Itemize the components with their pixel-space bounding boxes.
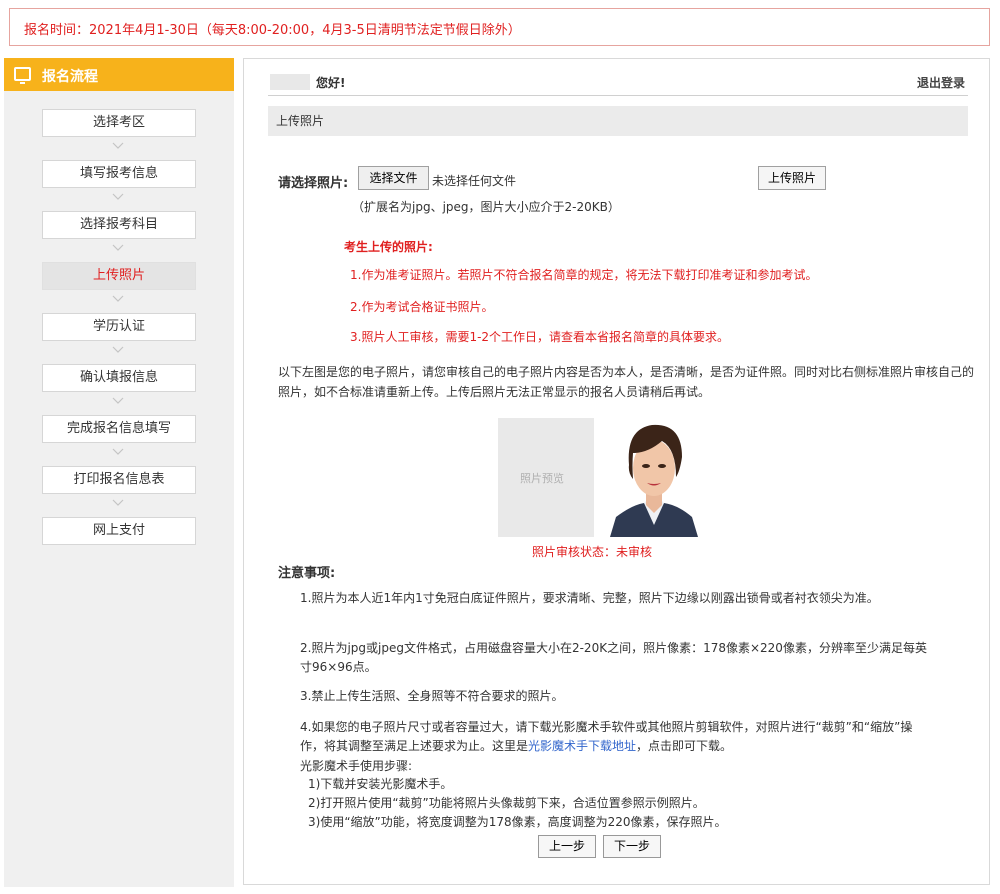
chevron-down-icon: [112, 346, 124, 358]
step-8[interactable]: 打印报名信息表: [42, 466, 196, 494]
sidebar-header: 报名流程: [4, 58, 234, 91]
step-1[interactable]: 选择考区: [42, 109, 196, 137]
usage-step-3: 3)使用“缩放”功能，将宽度调整为178像素，高度调整为220像素，保存照片。: [308, 815, 727, 829]
chevron-down-icon: [112, 193, 124, 205]
notice-text: 报名时间：2021年4月1-30日（每天8:00-20:00，4月3-5日清明节…: [24, 23, 521, 38]
next-step-button[interactable]: 下一步: [603, 835, 661, 858]
chevron-down-icon: [112, 397, 124, 409]
username-redacted: [270, 74, 310, 90]
step-6[interactable]: 确认填报信息: [42, 364, 196, 392]
usage-title: 光影魔术手使用步骤:: [300, 759, 413, 773]
notes-title: 注意事项:: [278, 566, 336, 581]
sidebar-title: 报名流程: [42, 69, 98, 85]
logout-link[interactable]: 退出登录: [917, 74, 965, 91]
review-instruction: 以下左图是您的电子照片，请您审核自己的电子照片内容是否为本人，是否清晰，是否为证…: [278, 365, 975, 399]
note-1: 1.照片为本人近1年内1寸免冠白底证件照片，要求清晰、完整，照片下边缘以刚露出锁…: [300, 591, 879, 605]
registration-notice: 报名时间：2021年4月1-30日（每天8:00-20:00，4月3-5日清明节…: [9, 8, 990, 46]
note-4: 4.如果您的电子照片尺寸或者容量过大，请下载光影魔术手软件或其他照片剪辑软件，对…: [300, 718, 928, 756]
note-4-suffix: ，点击即可下载。: [636, 739, 733, 753]
usage-step-1: 1)下载并安装光影魔术手。: [308, 777, 453, 791]
photo-preview: 照片预览: [498, 418, 594, 537]
section-title: 上传照片: [268, 106, 968, 136]
sample-photo: [602, 413, 706, 537]
chevron-down-icon: [112, 142, 124, 154]
note-2: 2.照片为jpg或jpeg文件格式，占用磁盘容量大小在2-20K之间，照片像素：…: [300, 641, 927, 674]
upload-photo-button[interactable]: 上传照片: [758, 166, 826, 190]
step-3[interactable]: 选择报考科目: [42, 211, 196, 239]
step-7[interactable]: 完成报名信息填写: [42, 415, 196, 443]
chevron-down-icon: [112, 448, 124, 460]
step-2[interactable]: 填写报考信息: [42, 160, 196, 188]
prev-step-button[interactable]: 上一步: [538, 835, 596, 858]
note-3: 3.禁止上传生活照、全身照等不符合要求的照片。: [300, 689, 564, 703]
chevron-down-icon: [112, 244, 124, 256]
photo-preview-placeholder: 照片预览: [520, 472, 564, 485]
step-5[interactable]: 学历认证: [42, 313, 196, 341]
step-9[interactable]: 网上支付: [42, 517, 196, 545]
uploaded-photo-heading: 考生上传的照片:: [344, 240, 433, 254]
extension-note: （扩展名为jpg、jpeg，图片大小应介于2-20KB）: [352, 200, 620, 214]
main-panel: 您好! 退出登录 上传照片 请选择照片: 选择文件 未选择任何文件 上传照片 （…: [243, 58, 990, 885]
software-download-link[interactable]: 光影魔术手下载地址: [528, 739, 636, 753]
no-file-chosen-text: 未选择任何文件: [432, 174, 517, 188]
greeting: 您好!: [316, 76, 346, 90]
photo-purpose-2: 2.作为考试合格证书照片。: [350, 300, 494, 314]
sidebar: 报名流程 选择考区填写报考信息 选择报考科目 上传照片学历认证确认填报信息 完成报名信…: [4, 58, 234, 887]
greeting-row: 您好! 退出登录: [268, 72, 968, 96]
select-photo-label: 请选择照片:: [278, 176, 349, 191]
photo-purpose-1: 1.作为准考证照片。若照片不符合报名简章的规定，将无法下载打印准考证和参加考试。: [350, 268, 818, 282]
chevron-down-icon: [112, 295, 124, 307]
chevron-down-icon: [112, 499, 124, 511]
audit-status: 照片审核状态：未审核: [532, 545, 653, 559]
step-4[interactable]: 上传照片: [42, 262, 196, 290]
usage-step-2: 2)打开照片使用“裁剪”功能将照片头像裁剪下来，合适位置参照示例照片。: [308, 796, 705, 810]
monitor-icon: [14, 67, 31, 84]
choose-file-button[interactable]: 选择文件: [358, 166, 429, 190]
photo-purpose-3: 3.照片人工审核，需要1-2个工作日，请查看本省报名简章的具体要求。: [350, 330, 730, 344]
